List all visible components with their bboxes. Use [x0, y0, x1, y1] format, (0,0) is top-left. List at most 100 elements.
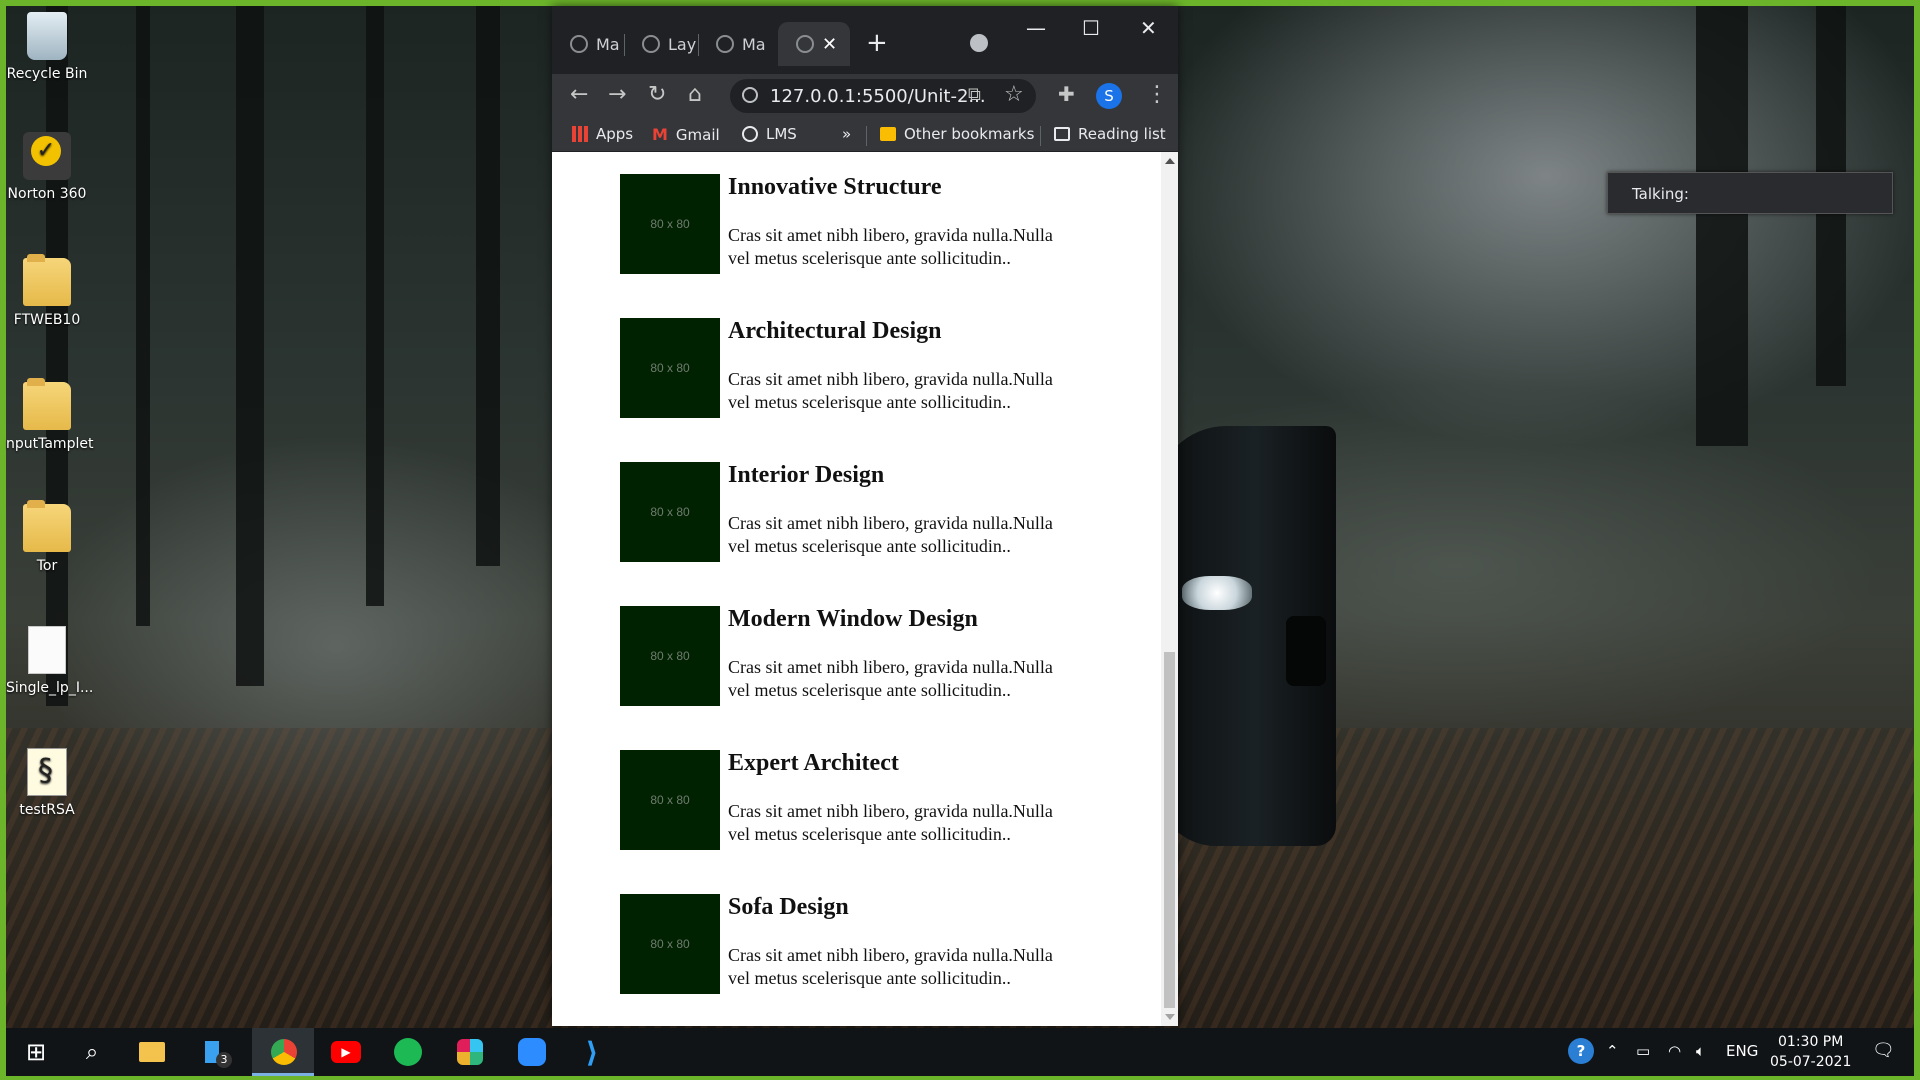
- scroll-down-arrow-icon[interactable]: [1165, 1014, 1175, 1020]
- service-title: Architectural Design: [728, 318, 942, 344]
- desktop-icon-ftweb10[interactable]: FTWEB10: [6, 254, 88, 328]
- taskbar: ⊞ ⌕ 3 ▶ ⟩ ? ⌃ ▭ ◠ 🔈︎ ENG 01:30 PM 05-07-…: [6, 1028, 1914, 1076]
- placeholder-image: 80 x 80: [620, 174, 720, 274]
- service-item: 80 x 80 Sofa Design Cras sit amet nibh l…: [620, 894, 1060, 1014]
- page-viewport: 80 x 80 Innovative Structure Cras sit am…: [552, 152, 1178, 1026]
- profile-avatar[interactable]: S: [1096, 83, 1122, 109]
- home-icon[interactable]: ⌂: [688, 82, 702, 107]
- placeholder-image: 80 x 80: [620, 750, 720, 850]
- reload-icon[interactable]: ↻: [648, 82, 666, 107]
- slack-icon[interactable]: [454, 1036, 486, 1068]
- reading-list-icon: [1054, 127, 1070, 141]
- bookmark-apps[interactable]: Apps: [572, 125, 633, 143]
- forward-icon[interactable]: →: [608, 82, 626, 107]
- desktop-icon-label: Single_lp_I...: [6, 680, 94, 696]
- youtube-icon[interactable]: ▶: [330, 1036, 362, 1068]
- search-icon[interactable]: ⌕: [76, 1036, 108, 1068]
- desktop-icon-label: FTWEB10: [13, 312, 81, 328]
- translate-icon[interactable]: ⧉: [968, 84, 981, 105]
- bookmarks-overflow-button[interactable]: »: [842, 125, 851, 143]
- menu-kebab-icon[interactable]: ⋮: [1146, 82, 1168, 107]
- file-explorer-icon[interactable]: [136, 1036, 168, 1068]
- browser-toolbar: ← → ↻ ⌂ 127.0.0.1:5500/Unit-2... ⧉ ☆ ✚ S…: [552, 74, 1178, 118]
- tree-trunk: [236, 6, 264, 686]
- file-icon: [28, 626, 66, 674]
- back-icon[interactable]: ←: [570, 82, 588, 107]
- desktop-icon-nputtamplet[interactable]: nputTamplet: [6, 378, 93, 452]
- service-description: Cras sit amet nibh libero, gravida nulla…: [728, 513, 1053, 556]
- desktop-icon-label: Recycle Bin: [6, 66, 88, 82]
- tab-strip: Ma Lay Ma ✕ + — ☐ ✕: [552, 6, 1178, 74]
- vscode-icon[interactable]: ⟩: [576, 1036, 608, 1069]
- tab-close-icon[interactable]: ✕: [822, 34, 837, 55]
- bookmark-lms[interactable]: LMS: [742, 125, 797, 143]
- language-indicator[interactable]: ENG: [1726, 1042, 1758, 1060]
- spotify-icon[interactable]: [392, 1036, 424, 1068]
- desktop-icon-single-file[interactable]: Single_lp_I...: [6, 626, 93, 696]
- folder-icon: [23, 500, 71, 552]
- bookmark-reading-list[interactable]: Reading list: [1054, 125, 1166, 143]
- bookmark-gmail[interactable]: M Gmail: [652, 125, 720, 144]
- maximize-button[interactable]: ☐: [1082, 16, 1100, 40]
- task-view-icon[interactable]: 3: [196, 1036, 232, 1068]
- desktop-icon-norton[interactable]: Norton 360: [6, 132, 88, 202]
- service-title: Expert Architect: [728, 750, 899, 776]
- desktop-icon-label: testRSA: [19, 802, 75, 818]
- service-item: 80 x 80 Architectural Design Cras sit am…: [620, 318, 1060, 438]
- service-description: Cras sit amet nibh libero, gravida nulla…: [728, 801, 1053, 844]
- start-windows-icon[interactable]: ⊞: [20, 1036, 52, 1068]
- bookmark-label: Apps: [596, 125, 634, 143]
- tab-2[interactable]: Lay: [624, 22, 696, 66]
- site-info-icon[interactable]: [742, 87, 758, 103]
- volume-icon[interactable]: 🔈︎: [1696, 1042, 1705, 1060]
- tree-trunk: [1696, 6, 1748, 446]
- scrollbar-thumb[interactable]: [1164, 652, 1175, 1008]
- tab-label: Lay: [668, 34, 697, 54]
- desktop-icon-tor[interactable]: Tor: [6, 500, 88, 574]
- scroll-up-arrow-icon[interactable]: [1165, 158, 1175, 164]
- service-title: Sofa Design: [728, 894, 849, 920]
- show-hidden-icons-icon[interactable]: ⌃: [1606, 1042, 1619, 1060]
- desktop-icon-label: Norton 360: [7, 186, 87, 202]
- desktop-icon-label: Tor: [36, 558, 58, 574]
- service-description: Cras sit amet nibh libero, gravida nulla…: [728, 225, 1053, 268]
- notifications-icon[interactable]: 🗨︎: [1872, 1040, 1895, 1061]
- new-tab-button[interactable]: +: [866, 28, 888, 58]
- tab-search-icon[interactable]: [970, 34, 988, 52]
- address-bar[interactable]: 127.0.0.1:5500/Unit-2...: [730, 79, 1036, 113]
- desktop-icon-recycle-bin[interactable]: Recycle Bin: [6, 12, 88, 82]
- tab-active[interactable]: ✕: [778, 22, 850, 66]
- tab-3[interactable]: Ma: [698, 22, 766, 66]
- car-grille: [1286, 616, 1326, 686]
- wifi-icon[interactable]: ◠: [1668, 1042, 1681, 1060]
- bookmark-other[interactable]: Other bookmarks: [880, 125, 1034, 143]
- zoom-icon[interactable]: [516, 1036, 548, 1068]
- tab-1[interactable]: Ma: [552, 22, 620, 66]
- bookmark-star-icon[interactable]: ☆: [1004, 82, 1024, 107]
- tab-label: Ma: [742, 34, 766, 54]
- extensions-icon[interactable]: ✚: [1058, 82, 1075, 106]
- service-title: Innovative Structure: [728, 174, 942, 200]
- minimize-button[interactable]: —: [1026, 16, 1046, 40]
- placeholder-image: 80 x 80: [620, 606, 720, 706]
- clock-date: 05-07-2021: [1770, 1054, 1852, 1070]
- bookmark-label: Gmail: [675, 125, 720, 144]
- vertical-scrollbar[interactable]: [1161, 152, 1178, 1026]
- bookmark-label: Other bookmarks: [904, 125, 1035, 143]
- placeholder-image: 80 x 80: [620, 462, 720, 562]
- chrome-icon[interactable]: [268, 1036, 300, 1068]
- service-item: 80 x 80 Modern Window Design Cras sit am…: [620, 606, 1060, 726]
- browser-window: Ma Lay Ma ✕ + — ☐ ✕ ← → ↻ ⌂ 127.0.0.1:55…: [552, 6, 1178, 1026]
- battery-icon[interactable]: ▭: [1636, 1042, 1650, 1060]
- bookmark-divider: [866, 126, 867, 146]
- service-item: 80 x 80 Expert Architect Cras sit amet n…: [620, 750, 1060, 870]
- close-window-button[interactable]: ✕: [1140, 16, 1157, 40]
- system-clock[interactable]: 01:30 PM 05-07-2021: [1770, 1032, 1851, 1072]
- help-icon[interactable]: ?: [1568, 1038, 1594, 1064]
- desktop-icon-testrsa[interactable]: testRSA: [6, 748, 88, 818]
- talking-indicator: Talking:: [1607, 172, 1893, 214]
- placeholder-image: 80 x 80: [620, 894, 720, 994]
- car-headlight: [1182, 576, 1252, 610]
- tree-trunk: [366, 6, 384, 606]
- tree-trunk: [476, 6, 500, 566]
